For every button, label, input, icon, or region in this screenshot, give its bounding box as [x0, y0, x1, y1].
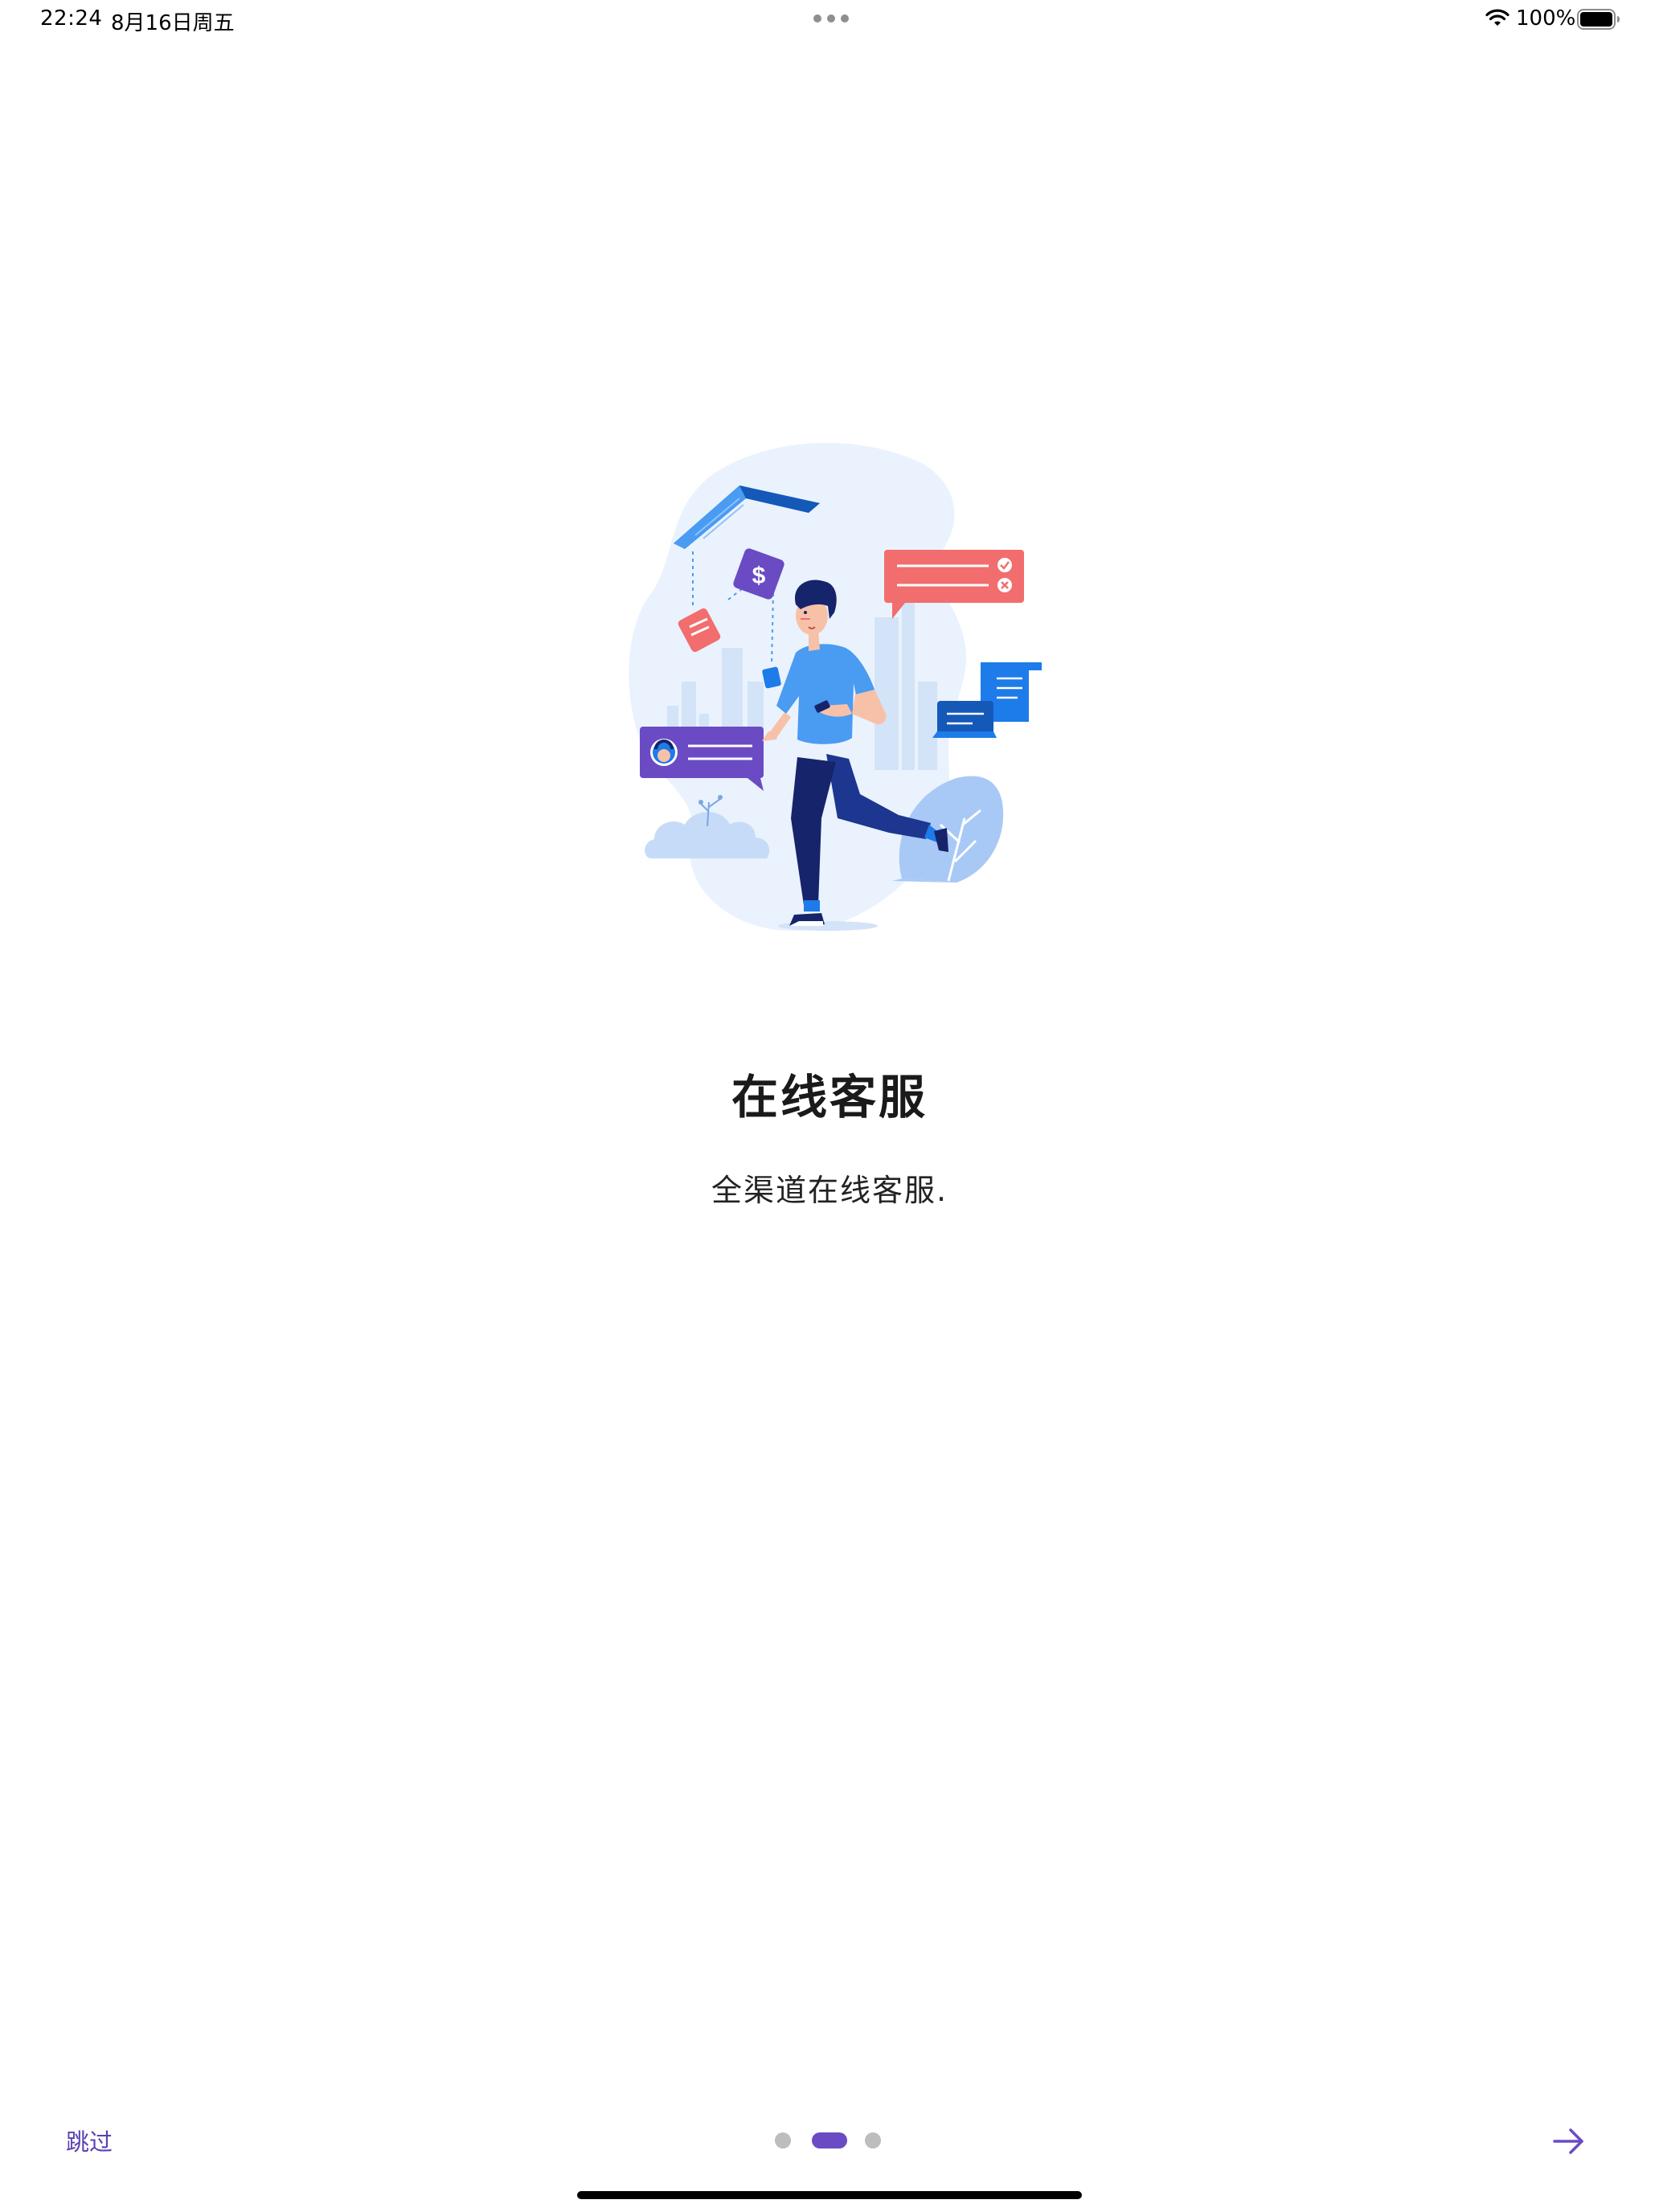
customer-service-illustration: $ — [629, 442, 1042, 932]
multitask-dots-icon[interactable] — [813, 14, 849, 24]
page-dot-1[interactable] — [775, 2132, 791, 2149]
page-dot-3[interactable] — [865, 2132, 881, 2149]
battery-icon — [1577, 9, 1620, 30]
skip-button[interactable]: 跳过 — [66, 2124, 113, 2157]
onboarding-title: 在线客服 — [731, 1070, 928, 1124]
onboarding-subtitle: 全渠道在线客服. — [711, 1173, 948, 1208]
arrow-right-icon — [1553, 2128, 1583, 2154]
page-dot-2[interactable] — [812, 2132, 847, 2149]
svg-text:$: $ — [752, 563, 766, 589]
home-indicator[interactable] — [577, 2191, 1082, 2199]
page-indicator — [775, 2132, 887, 2149]
battery-percent: 100% — [1516, 6, 1576, 31]
status-time: 22:24 — [40, 6, 103, 31]
status-date: 8月16日周五 — [111, 11, 235, 35]
next-button[interactable] — [1550, 2125, 1588, 2157]
wifi-icon — [1485, 9, 1509, 26]
status-bar: 22:24 8月16日周五 100% — [0, 0, 1659, 39]
